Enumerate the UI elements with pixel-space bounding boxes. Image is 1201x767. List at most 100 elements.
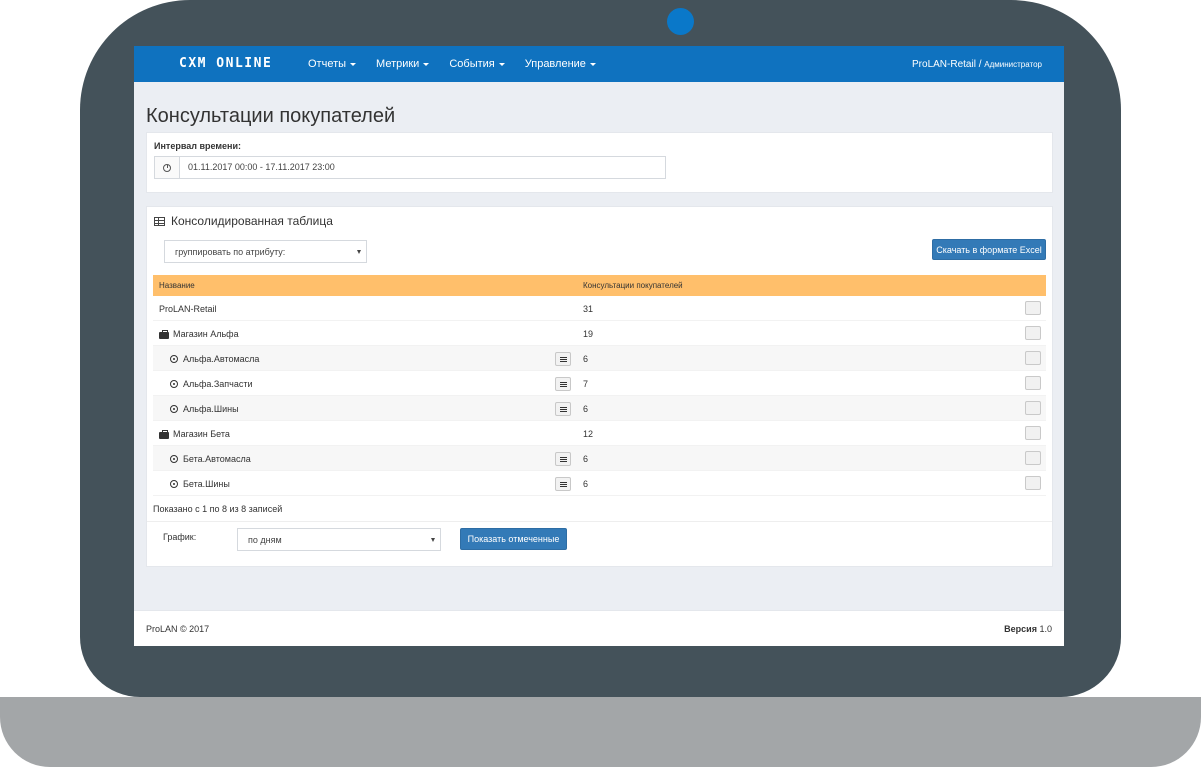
dropdown-arrow-icon	[431, 537, 435, 542]
table-row: Альфа.Автомасла 6	[153, 346, 1046, 371]
time-addon	[155, 157, 180, 178]
caret-down-icon	[350, 62, 357, 66]
row-checkbox[interactable]	[1025, 451, 1041, 465]
dropdown-arrow-icon	[357, 249, 361, 254]
nav-item-label: Управление	[524, 58, 586, 70]
clock-icon	[163, 163, 171, 172]
app-screen: CXM ONLINE Отчеты Метрики События Управл…	[134, 46, 1064, 646]
row-value: 6	[583, 404, 589, 414]
target-icon	[170, 405, 178, 413]
chart-period-value: по дням	[248, 534, 282, 545]
row-name-cell: ProLAN-Retail	[159, 304, 217, 314]
nav-item-reports[interactable]: Отчеты	[308, 58, 357, 70]
row-checkbox[interactable]	[1025, 351, 1041, 365]
table-panel-title: Консолидированная таблица	[154, 214, 333, 228]
row-value: 31	[583, 304, 594, 314]
time-filter-panel: Интервал времени: 01.11.2017 00:00 - 17.…	[146, 132, 1053, 193]
caret-down-icon	[498, 62, 505, 66]
row-name-cell: Альфа.Шины	[170, 404, 239, 414]
row-checkbox[interactable]	[1025, 326, 1041, 340]
row-name: Магазин Бета	[173, 429, 230, 439]
table-icon	[154, 216, 165, 226]
footer-copyright: ProLAN © 2017	[146, 624, 210, 634]
row-value: 19	[583, 329, 594, 339]
table-row: ProLAN-Retail 31	[153, 296, 1046, 321]
row-checkbox[interactable]	[1025, 401, 1041, 415]
row-name: Бета.Автомасла	[183, 454, 251, 464]
user-role: Администратор	[984, 60, 1042, 69]
row-name: Альфа.Запчасти	[183, 379, 253, 389]
brand-logo[interactable]: CXM ONLINE	[179, 56, 272, 71]
table-row: Магазин Альфа 19	[153, 321, 1046, 346]
footer-version: Версия 1.0	[1004, 624, 1052, 634]
navbar: CXM ONLINE Отчеты Метрики События Управл…	[134, 46, 1064, 82]
row-value: 6	[583, 454, 589, 464]
chart-label: График:	[163, 532, 197, 542]
caret-down-icon	[423, 62, 430, 66]
divider	[147, 521, 1052, 522]
show-selected-button[interactable]: Показать отмеченные	[460, 528, 567, 550]
chart-period-select[interactable]: по дням	[237, 528, 441, 551]
row-menu-button[interactable]	[555, 477, 571, 491]
row-name: Альфа.Шины	[183, 404, 239, 414]
nav-item-label: События	[449, 58, 495, 70]
row-value: 6	[583, 479, 589, 489]
user-menu[interactable]: ProLAN-Retail / Администратор	[912, 59, 1042, 70]
table-header: Название Консультации покупателей	[153, 275, 1046, 296]
time-interval-value: 01.11.2017 00:00 - 17.11.2017 23:00	[188, 162, 335, 172]
records-info: Показано с 1 по 8 из 8 записей	[153, 504, 283, 514]
row-menu-button[interactable]	[555, 377, 571, 391]
row-menu-button[interactable]	[555, 452, 571, 466]
target-icon	[170, 380, 178, 388]
row-name: Альфа.Автомасла	[183, 354, 260, 364]
briefcase-icon	[159, 329, 169, 339]
briefcase-icon	[159, 429, 169, 439]
row-value: 12	[583, 429, 594, 439]
page-title: Консультации покупателей	[146, 105, 396, 127]
row-menu-button[interactable]	[555, 402, 571, 416]
row-value: 6	[583, 354, 589, 364]
nav-item-label: Отчеты	[308, 58, 347, 70]
row-menu-button[interactable]	[555, 352, 571, 366]
row-name-cell: Магазин Альфа	[159, 329, 239, 339]
row-checkbox[interactable]	[1025, 301, 1041, 315]
version-label: Версия	[1004, 624, 1037, 634]
row-name-cell: Альфа.Автомасла	[170, 354, 259, 364]
download-excel-button[interactable]: Скачать в формате Excel	[932, 239, 1046, 260]
row-name: ProLAN-Retail	[159, 304, 217, 314]
laptop-base	[0, 697, 1201, 767]
footer: ProLAN © 2017 Версия 1.0	[134, 610, 1064, 646]
target-icon	[170, 455, 178, 463]
row-name-cell: Бета.Шины	[170, 479, 230, 489]
row-name: Бета.Шины	[183, 479, 230, 489]
group-by-select-value: группировать по атрибуту:	[175, 246, 286, 257]
table-row: Альфа.Запчасти 7	[153, 371, 1046, 396]
time-interval-input[interactable]: 01.11.2017 00:00 - 17.11.2017 23:00	[154, 156, 666, 179]
column-header-consultations[interactable]: Консультации покупателей	[583, 281, 683, 290]
row-checkbox[interactable]	[1025, 476, 1041, 490]
time-interval-label: Интервал времени:	[154, 141, 241, 151]
column-header-name[interactable]: Название	[159, 281, 195, 290]
table-row: Магазин Бета 12	[153, 421, 1046, 446]
table-row: Бета.Шины 6	[153, 471, 1046, 496]
nav-item-label: Метрики	[376, 58, 420, 70]
nav-item-metrics[interactable]: Метрики	[376, 58, 430, 70]
row-checkbox[interactable]	[1025, 376, 1041, 390]
row-name-cell: Альфа.Запчасти	[170, 379, 253, 389]
row-name: Магазин Альфа	[173, 329, 239, 339]
nav-item-events[interactable]: События	[449, 58, 505, 70]
target-icon	[170, 480, 178, 488]
table-row: Альфа.Шины 6	[153, 396, 1046, 421]
nav-menu: Отчеты Метрики События Управление	[308, 46, 616, 82]
row-value: 7	[583, 379, 589, 389]
version-value: 1.0	[1039, 624, 1052, 634]
caret-down-icon	[589, 62, 596, 66]
consolidated-table: Название Консультации покупателей ProLAN…	[153, 275, 1046, 496]
group-by-select[interactable]: группировать по атрибуту:	[164, 240, 367, 263]
row-name-cell: Магазин Бета	[159, 429, 230, 439]
row-checkbox[interactable]	[1025, 426, 1041, 440]
consolidated-table-panel: Консолидированная таблица группировать п…	[146, 206, 1053, 567]
table-panel-title-text: Консолидированная таблица	[171, 214, 333, 228]
nav-item-management[interactable]: Управление	[525, 58, 596, 70]
user-name: ProLAN-Retail	[912, 59, 976, 70]
